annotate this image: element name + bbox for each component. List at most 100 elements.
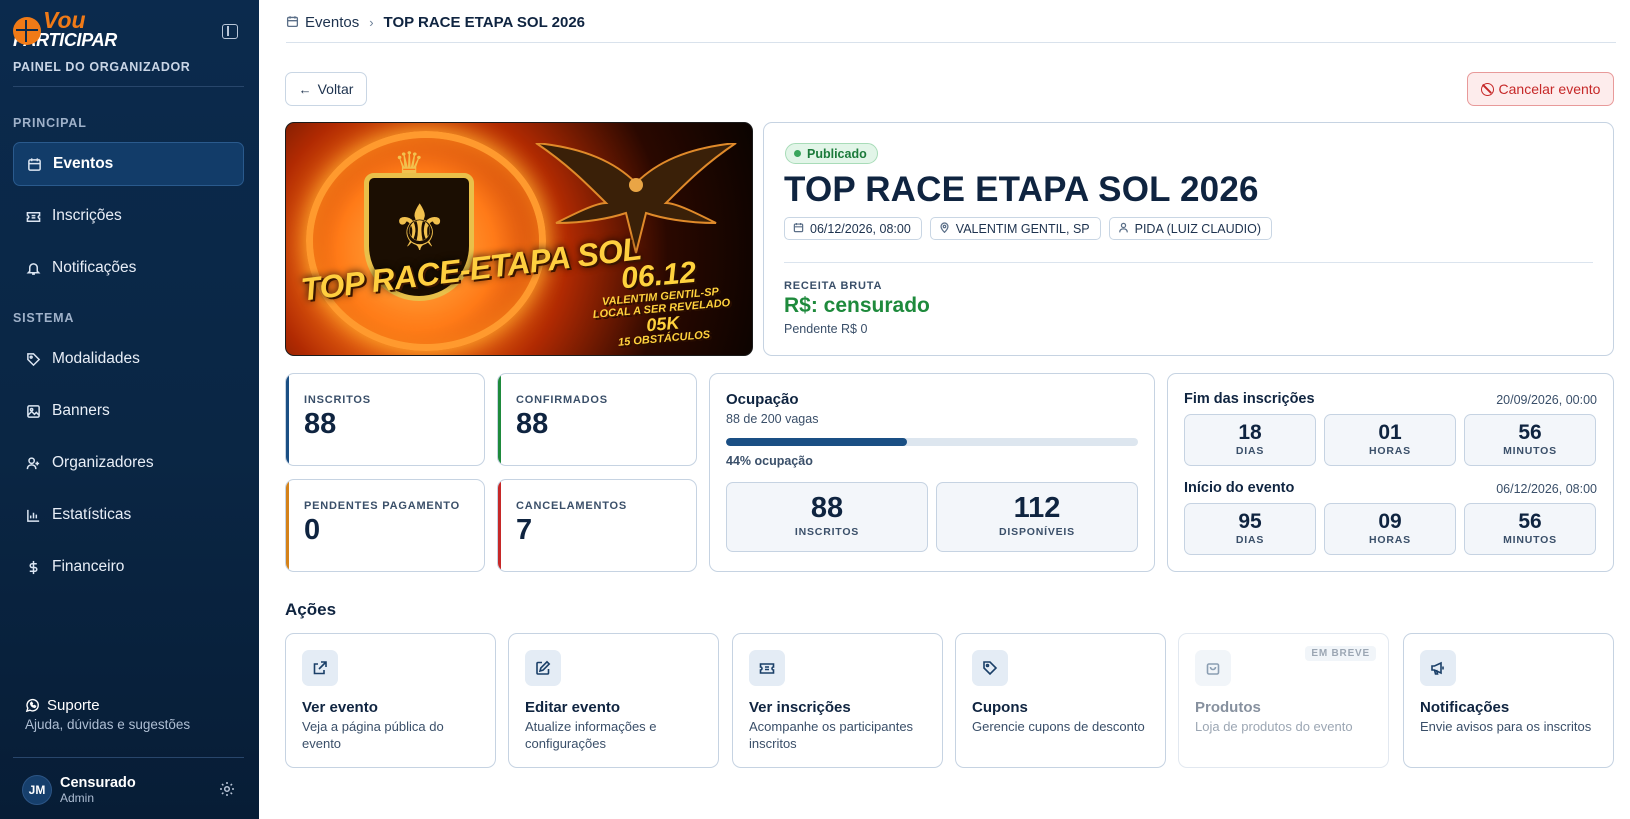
occupation-progress-fill [726,438,908,446]
edit-icon [525,650,561,686]
action-title: Cupons [972,699,1028,716]
gear-icon[interactable] [219,781,235,802]
countdown-minutes: 56 MINUTOS [1464,414,1596,466]
sidebar-item-financeiro[interactable]: Financeiro [13,545,244,589]
sidebar-item-modalidades[interactable]: Modalidades [13,337,244,381]
event-info-card: Publicado TOP RACE ETAPA SOL 2026 06/12/… [763,122,1614,356]
sidebar: Vou PARTICIPAR PAINEL DO ORGANIZADOR PRI… [0,0,259,819]
countdown-unit: HORAS [1369,534,1411,546]
occupation-available-box: 112 DISPONÍVEIS [936,482,1138,552]
cancel-event-label: Cancelar evento [1498,81,1601,97]
countdown-card: Fim das inscrições 20/09/2026, 00:00 18 … [1167,373,1614,572]
countdown-unit: MINUTOS [1503,445,1557,457]
stat-card-cancelamentos: CANCELAMENTOS 7 [497,479,697,572]
occupation-percent: 44% ocupação [726,454,813,468]
sidebar-item-eventos[interactable]: Eventos [13,142,244,186]
external-link-icon [302,650,338,686]
ticket-icon [749,650,785,686]
action-title: Notificações [1420,699,1510,716]
occupation-registered-value: 88 [810,492,844,524]
sidebar-item-banners[interactable]: Banners [13,389,244,433]
chevron-right-icon: › [369,15,374,30]
event-organizer-chip: PIDA (LUIZ CLAUDIO) [1108,217,1273,240]
avatar: JM [22,775,52,805]
occupation-card: Ocupação 88 de 200 vagas 44% ocupação 88… [709,373,1155,572]
support-link[interactable]: Suporte Ajuda, dúvidas e sugestões [25,697,190,732]
action-notificacoes[interactable]: Notificações Envie avisos para os inscri… [1403,633,1614,768]
header-divider [286,42,1616,43]
status-badge: Publicado [785,143,878,164]
sidebar-item-inscricoes[interactable]: Inscrições [13,194,244,238]
occupation-subtitle: 88 de 200 vagas [726,412,819,426]
brand[interactable]: Vou PARTICIPAR PAINEL DO ORGANIZADOR [13,7,213,74]
stat-label: INSCRITOS [304,394,371,406]
user-profile[interactable]: JM Censurado Admin [22,775,136,805]
stat-accent-bar [498,374,501,465]
tag-icon [972,650,1008,686]
event-organizer: PIDA (LUIZ CLAUDIO) [1134,221,1262,236]
action-description: Envie avisos para os inscritos [1420,719,1592,734]
countdown-value: 18 [1238,421,1262,444]
calendar-icon [26,156,42,172]
action-produtos: EM BREVE Produtos Loja de produtos do ev… [1178,633,1389,768]
countdown-value: 09 [1378,510,1402,533]
countdown-unit: MINUTOS [1503,534,1557,546]
revenue-value: R$: censurado [784,294,930,317]
action-cupons[interactable]: Cupons Gerencie cupons de desconto [955,633,1166,768]
action-title: Editar evento [525,699,621,716]
breadcrumb: Eventos › TOP RACE ETAPA SOL 2026 [286,14,585,31]
cancel-event-button[interactable]: Cancelar evento [1467,72,1614,106]
image-icon [25,403,41,419]
status-label: Publicado [807,146,867,161]
action-description: Atualize informações e configurações [525,719,657,751]
support-subtitle: Ajuda, dúvidas e sugestões [25,717,191,732]
action-editar-evento[interactable]: Editar evento Atualize informações e con… [508,633,719,768]
action-description: Gerencie cupons de desconto [972,719,1145,734]
stat-card-inscritos: INSCRITOS 88 [285,373,485,466]
action-description: Loja de produtos do evento [1195,719,1353,734]
stat-card-confirmados: CONFIRMADOS 88 [497,373,697,466]
occupation-registered-box: 88 INSCRITOS [726,482,928,552]
countdown-value: 95 [1238,510,1262,533]
event-location-chip: VALENTIM GENTIL, SP [929,217,1101,240]
action-ver-inscricoes[interactable]: Ver inscrições Acompanhe os participante… [732,633,943,768]
countdown-days: 18 DIAS [1184,414,1316,466]
sidebar-item-organizadores[interactable]: Organizadores [13,441,244,485]
stat-value: 7 [516,514,533,546]
countdown-title: Fim das inscrições [1184,391,1315,407]
event-date-chip: 06/12/2026, 08:00 [784,217,922,240]
occupation-available-value: 112 [1013,492,1061,524]
calendar-icon [286,15,299,31]
stat-accent-bar [286,374,289,465]
sidebar-collapse-icon[interactable] [222,24,238,39]
sidebar-item-label: Notificações [52,259,137,276]
countdown-days: 95 DIAS [1184,503,1316,555]
action-ver-evento[interactable]: Ver evento Veja a página pública do even… [285,633,496,768]
whatsapp-icon [25,698,40,713]
sidebar-divider [13,86,244,87]
countdown-hours: 01 HORAS [1324,414,1456,466]
stat-accent-bar [286,480,289,571]
sidebar-item-estatisticas[interactable]: Estatísticas [13,493,244,537]
countdown-minutes: 56 MINUTOS [1464,503,1596,555]
stat-card-pendentes: PENDENTES PAGAMENTO 0 [285,479,485,572]
calendar-icon [793,222,804,236]
section-sistema: SISTEMA [13,311,75,325]
user-name: Censurado [60,775,136,791]
back-button[interactable]: ← Voltar [285,72,367,106]
stat-value: 0 [304,514,321,546]
card-divider [784,262,1593,263]
arrow-left-icon: ← [298,81,312,97]
revenue-label: RECEITA BRUTA [784,280,883,292]
dollar-icon [25,559,41,575]
stat-accent-bar [498,480,501,571]
breadcrumb-parent[interactable]: Eventos [305,14,359,31]
event-date: 06/12/2026, 08:00 [810,221,911,236]
support-title-row: Suporte [25,697,190,714]
sidebar-item-notificacoes[interactable]: Notificações [13,246,244,290]
countdown-hours: 09 HORAS [1324,503,1456,555]
coming-soon-badge: EM BREVE [1305,646,1376,661]
logo-line1: Vou [43,7,86,33]
tag-icon [25,351,41,367]
status-dot-icon [794,150,801,157]
